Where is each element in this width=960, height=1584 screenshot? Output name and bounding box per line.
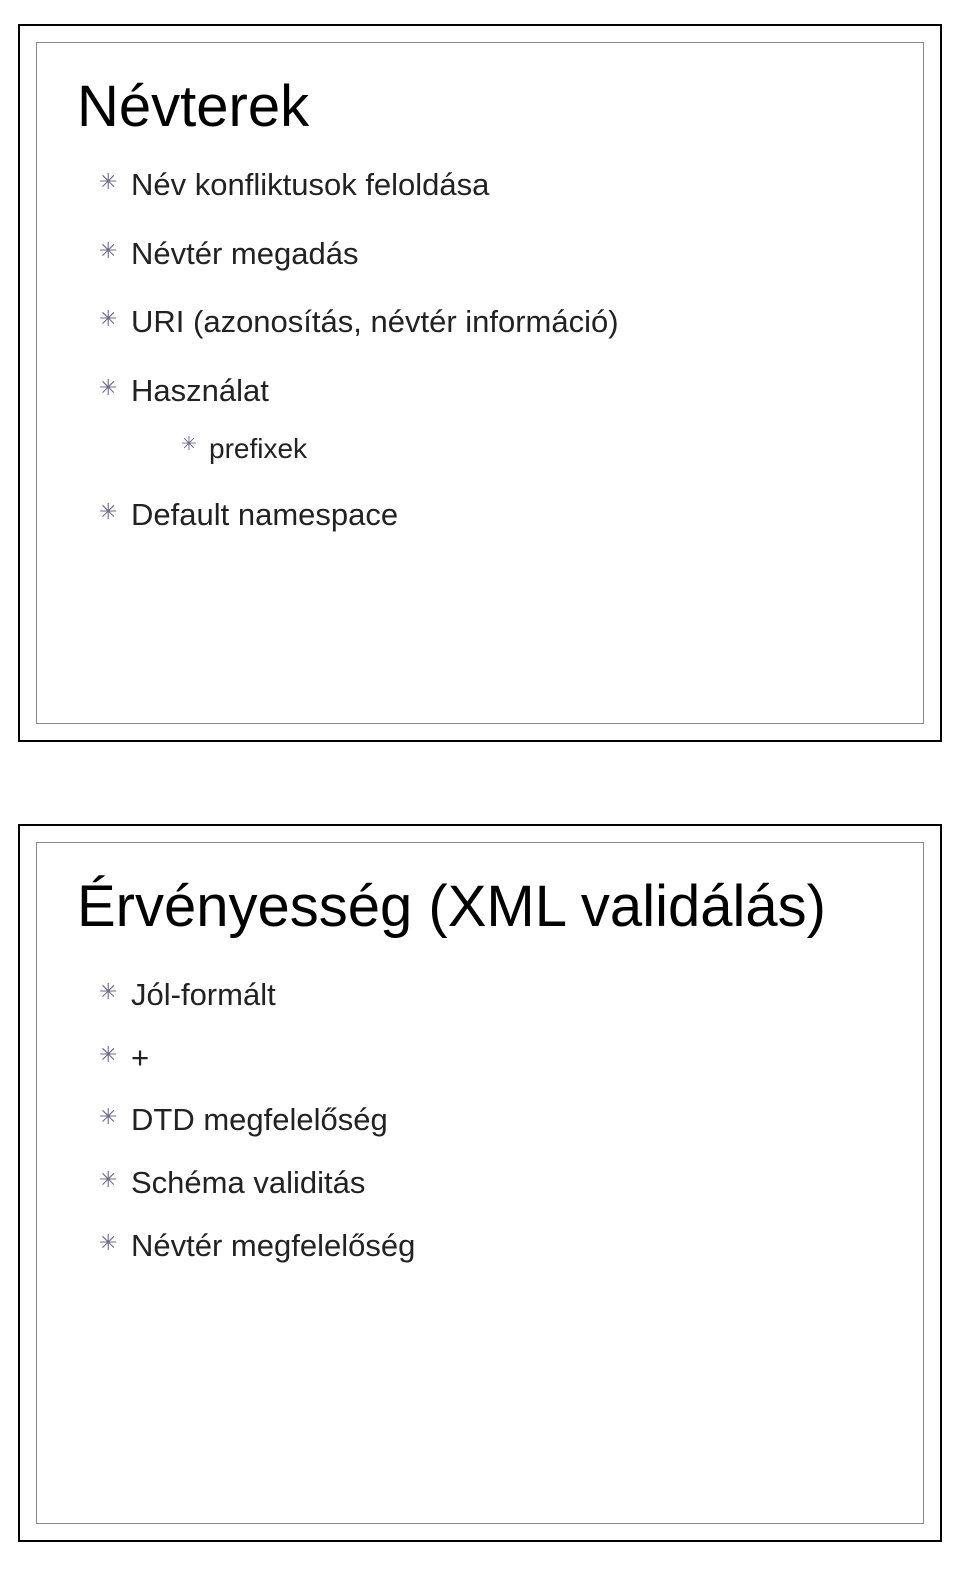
page: Névterek Név konfliktusok feloldása Névt…: [0, 0, 960, 1584]
bullet-list: Jól-formált + DTD megfelelőség Schéma va…: [99, 976, 883, 1266]
slide-1: Névterek Név konfliktusok feloldása Névt…: [18, 24, 942, 742]
list-item: Névtér megadás: [99, 235, 883, 274]
slide-title: Névterek: [77, 77, 883, 138]
list-item: +: [99, 1039, 883, 1078]
slide-inner-frame: Érvényesség (XML validálás) Jól-formált …: [36, 842, 924, 1524]
nested-bullet-list: prefixek: [181, 431, 883, 466]
list-item: Jól-formált: [99, 976, 883, 1015]
list-item-label: Használat: [131, 373, 269, 408]
slide-inner-frame: Névterek Név konfliktusok feloldása Névt…: [36, 42, 924, 724]
list-item: prefixek: [181, 431, 883, 466]
list-item: Default namespace: [99, 496, 883, 535]
list-item: URI (azonosítás, névtér információ): [99, 303, 883, 342]
bullet-list: Név konfliktusok feloldása Névtér megadá…: [99, 166, 883, 535]
list-item: Névtér megfelelőség: [99, 1227, 883, 1266]
list-item: DTD megfelelőség: [99, 1101, 883, 1140]
slide-title: Érvényesség (XML validálás): [77, 877, 883, 938]
list-item: Név konfliktusok feloldása: [99, 166, 883, 205]
list-item: Használat prefixek: [99, 372, 883, 466]
list-item: Schéma validitás: [99, 1164, 883, 1203]
slide-2: Érvényesség (XML validálás) Jól-formált …: [18, 824, 942, 1542]
